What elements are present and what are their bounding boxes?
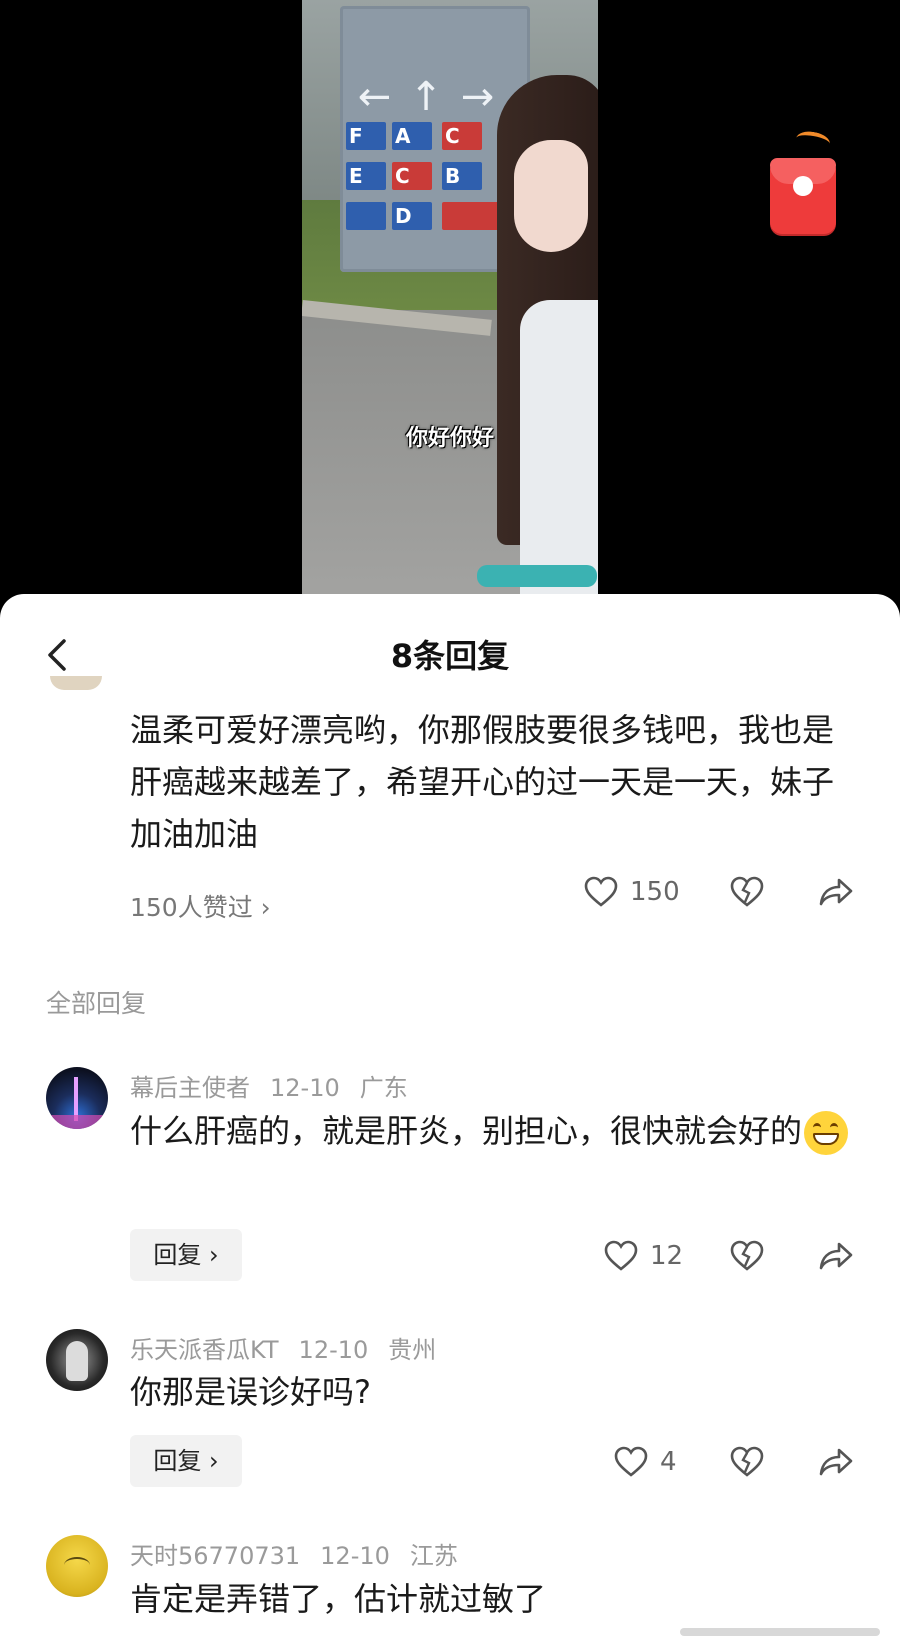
comment-location: 江苏 [409,1542,458,1570]
video-subtitle: 你好你好 [405,426,494,451]
sheet-header: 8条回复 [0,634,900,678]
sheet-title: 8条回复 [390,637,510,675]
avatar[interactable] [46,1329,108,1391]
share-arrow-icon [819,1242,853,1270]
dislike-button[interactable] [730,1442,764,1482]
main-comment-text: 温柔可爱好漂亮哟，你那假肢要很多钱吧，我也是肝癌越来越差了，希望开心的过一天是一… [130,711,835,853]
share-arrow-icon [819,878,853,906]
like-button[interactable]: 150 [584,876,680,908]
comment-text: 什么肝癌的，就是肝炎，别担心，很快就会好的 [130,1104,850,1158]
sign-tile: C [392,162,432,190]
dislike-button[interactable] [730,872,764,912]
dislike-button[interactable] [730,1236,764,1276]
share-button[interactable] [818,1442,854,1482]
like-count: 4 [660,1447,677,1477]
video-player[interactable]: ←↑→ F A C E C B D 你好你好 [0,0,900,600]
comment-username[interactable]: 幕后主使者 [130,1074,250,1102]
all-replies-label: 全部回复 [46,989,147,1018]
sign-tile: D [392,202,432,230]
sign-tile [442,202,500,230]
comment-meta: 天时56770731 12-10 江苏 [130,1536,478,1571]
reply-sheet: 8条回复 温柔可爱好漂亮哟，你那假肢要很多钱吧，我也是肝癌越来越差了，希望开心的… [0,594,900,1642]
red-packet-ribbon [794,129,832,153]
comment-username[interactable]: 天时56770731 [130,1542,300,1570]
heart-outline-icon [614,1446,648,1477]
share-button[interactable] [818,872,854,912]
video-frame[interactable]: ←↑→ F A C E C B D 你好你好 [302,0,598,594]
like-button[interactable]: 4 [614,1442,677,1482]
emoji-mouth [813,1133,840,1145]
comment-meta: 幕后主使者 12-10 广东 [130,1068,428,1103]
sign-tile: C [442,122,482,150]
like-count: 150 [630,877,680,907]
share-arrow-icon [819,1448,853,1476]
comment-text: 肯定是弄错了，估计就过敏了 [130,1580,547,1618]
comment-date: 12-10 [298,1336,369,1364]
comment-date: 12-10 [270,1074,340,1102]
sign-tile: A [392,122,432,150]
reply-button[interactable]: 回复 › [130,1229,242,1281]
like-button[interactable]: 12 [604,1236,683,1276]
sign-tile: F [346,122,386,150]
bag-strap [477,565,597,587]
broken-heart-icon [730,876,764,907]
comment-location: 广东 [359,1074,408,1102]
avatar[interactable] [46,1067,108,1129]
comment-meta: 乐天派香瓜KT 12-10 贵州 [130,1330,456,1365]
red-packet-coin [793,176,813,196]
main-comment-actions: 150 [584,872,680,912]
avatar-doodle [64,1557,90,1573]
avatar-horse [66,1341,88,1381]
broken-heart-icon [730,1446,764,1477]
person-face [514,140,588,252]
likes-summary-link[interactable]: 150人赞过 › [130,888,271,924]
heart-outline-icon [584,876,618,907]
broken-heart-icon [730,1240,764,1271]
avatar[interactable] [46,1535,108,1597]
red-packet-icon[interactable] [770,129,836,234]
grinning-emoji-icon [804,1111,849,1155]
comment-text: 你那是误诊好吗? [130,1373,371,1411]
comment-text-body: 什么肝癌的，就是肝炎，别担心，很快就会好的 [130,1112,803,1150]
heart-outline-icon [604,1240,638,1271]
reply-button[interactable]: 回复 › [130,1435,242,1487]
watermark-bars [680,1628,880,1636]
comment-username[interactable]: 乐天派香瓜KT [130,1336,279,1364]
sign-tile: B [442,162,482,190]
like-count: 12 [650,1241,684,1271]
sign-tile [346,202,386,230]
share-button[interactable] [818,1236,854,1276]
avatar[interactable] [50,676,102,690]
sign-tile: E [346,162,386,190]
avatar-lights [46,1115,108,1129]
comment-location: 贵州 [388,1336,437,1364]
comment-date: 12-10 [320,1542,390,1570]
